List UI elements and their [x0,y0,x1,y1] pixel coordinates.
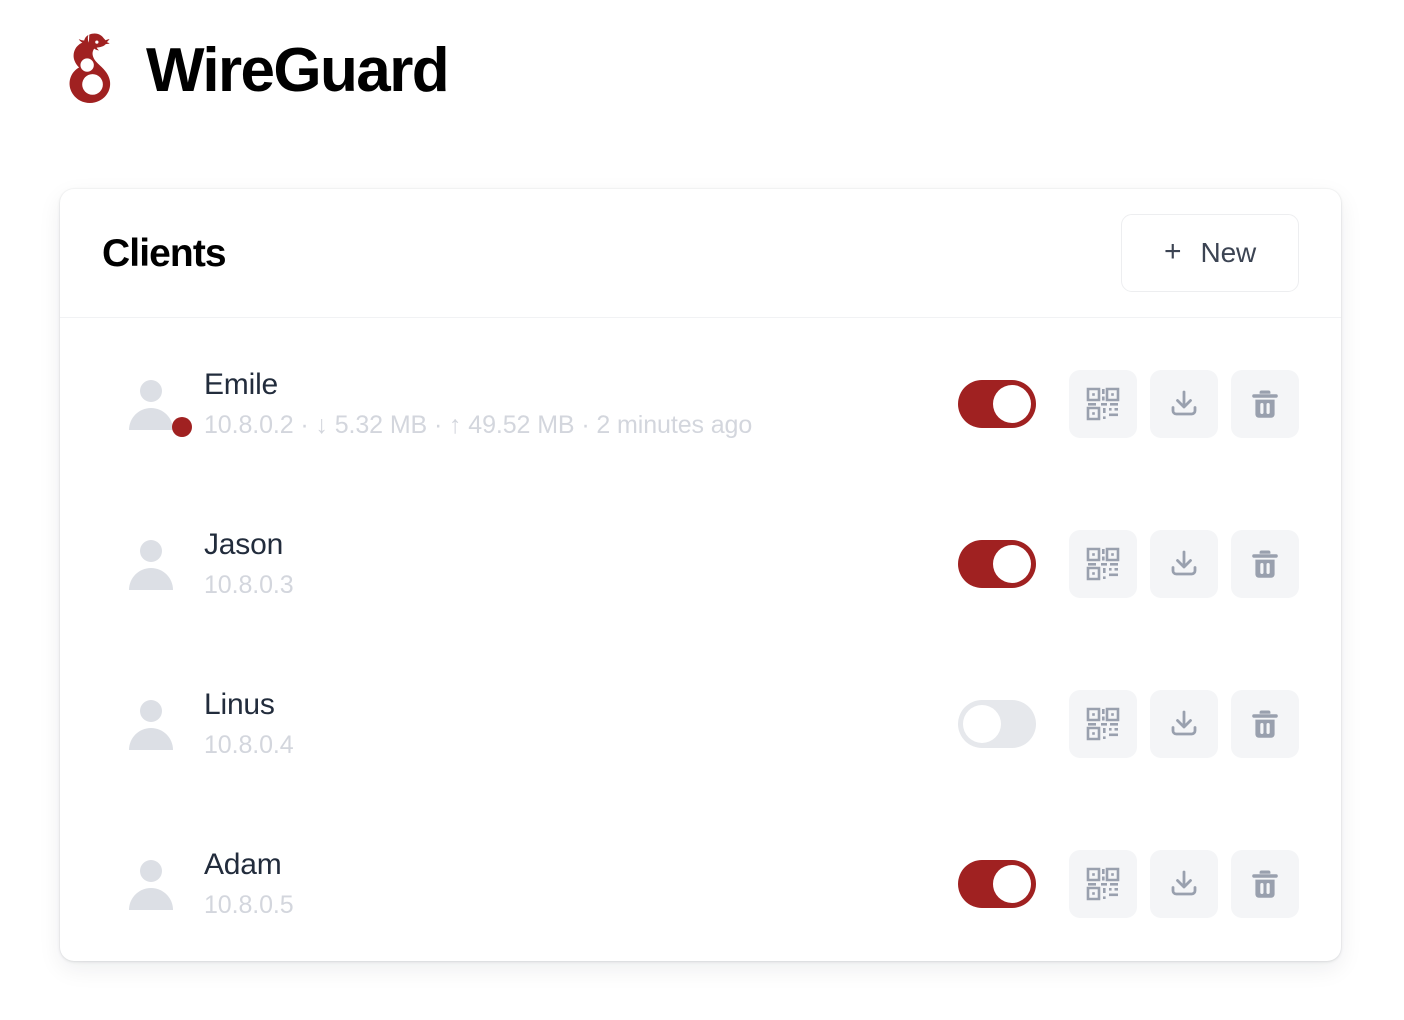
show-qr-button[interactable] [1069,850,1137,918]
brand-header: WireGuard [64,26,450,116]
client-name: Emile [204,368,279,402]
enable-toggle[interactable] [958,540,1036,588]
page-title: Clients [102,231,227,275]
client-controls [958,370,1299,438]
client-row: Linus 10.8.0.4 [60,644,1341,804]
qr-code-icon [1086,867,1120,901]
client-text: Linus 10.8.0.4 [204,687,294,761]
client-identity: Jason 10.8.0.3 [60,527,958,601]
qr-code-icon [1086,707,1120,741]
client-controls [958,690,1299,758]
toggle-knob [963,705,1001,743]
wireguard-dragon-logo-icon [64,32,120,110]
client-row: Jason 10.8.0.3 [60,484,1341,644]
download-icon [1167,547,1201,581]
delete-client-button[interactable] [1231,850,1299,918]
toggle-knob [993,545,1031,583]
client-text: Jason 10.8.0.3 [204,527,294,601]
client-controls [958,530,1299,598]
trash-icon [1248,867,1282,901]
client-name: Jason [204,528,284,562]
trash-icon [1248,707,1282,741]
download-config-button[interactable] [1150,850,1218,918]
client-text: Emile 10.8.0.2 · ↓ 5.32 MB · ↑ 49.52 MB ·… [204,367,752,441]
client-text: Adam 10.8.0.5 [204,847,294,921]
wireguard-app-page: WireGuard Clients + New Emile 10.8.0.2 · … [0,0,1404,1020]
card-header: Clients + New [60,189,1341,318]
client-controls [958,850,1299,918]
plus-icon: + [1164,234,1182,268]
download-config-button[interactable] [1150,370,1218,438]
add-client-button[interactable]: + New [1121,214,1299,292]
download-icon [1167,387,1201,421]
avatar [120,693,182,755]
client-name: Adam [204,848,282,882]
qr-code-icon [1086,547,1120,581]
toggle-knob [993,385,1031,423]
brand-title: WireGuard [146,36,450,105]
delete-client-button[interactable] [1231,370,1299,438]
client-name: Linus [204,688,275,722]
client-meta: 10.8.0.4 [204,730,294,759]
avatar [120,373,192,437]
client-meta: 10.8.0.3 [204,570,294,599]
status-badge [172,417,192,437]
trash-icon [1248,547,1282,581]
enable-toggle[interactable] [958,700,1036,748]
client-identity: Linus 10.8.0.4 [60,687,958,761]
delete-client-button[interactable] [1231,690,1299,758]
client-row: Emile 10.8.0.2 · ↓ 5.32 MB · ↑ 49.52 MB ·… [60,324,1341,484]
download-icon [1167,707,1201,741]
trash-icon [1248,387,1282,421]
clients-list: Emile 10.8.0.2 · ↓ 5.32 MB · ↑ 49.52 MB ·… [60,318,1341,964]
qr-code-icon [1086,387,1120,421]
client-identity: Emile 10.8.0.2 · ↓ 5.32 MB · ↑ 49.52 MB ·… [60,367,958,441]
show-qr-button[interactable] [1069,690,1137,758]
enable-toggle[interactable] [958,860,1036,908]
client-meta: 10.8.0.5 [204,890,294,919]
delete-client-button[interactable] [1231,530,1299,598]
download-config-button[interactable] [1150,690,1218,758]
client-row: Adam 10.8.0.5 [60,804,1341,964]
show-qr-button[interactable] [1069,370,1137,438]
enable-toggle[interactable] [958,380,1036,428]
client-meta: 10.8.0.2 · ↓ 5.32 MB · ↑ 49.52 MB · 2 mi… [204,410,753,439]
toggle-knob [993,865,1031,903]
avatar [120,533,182,595]
add-client-button-label: New [1200,237,1257,268]
person-avatar-icon [120,693,182,755]
client-identity: Adam 10.8.0.5 [60,847,958,921]
person-avatar-icon [120,853,182,915]
download-icon [1167,867,1201,901]
download-config-button[interactable] [1150,530,1218,598]
avatar [120,853,182,915]
person-avatar-icon [120,533,182,595]
show-qr-button[interactable] [1069,530,1137,598]
clients-card: Clients + New Emile 10.8.0.2 · ↓ 5.32 MB … [60,189,1341,961]
